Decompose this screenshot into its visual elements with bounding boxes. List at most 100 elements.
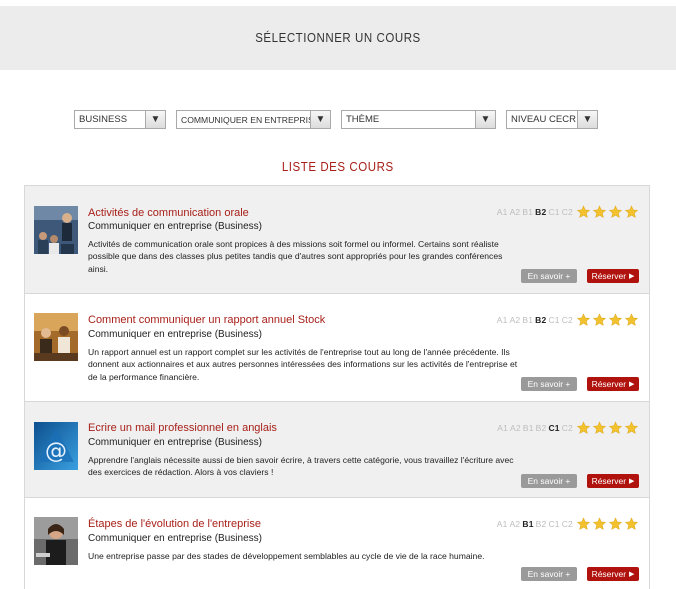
course-title[interactable]: Comment communiquer un rapport annuel St… [88,314,325,326]
play-arrow-icon: ▶ [629,381,635,388]
level-b2: B2 [535,519,547,529]
chevron-down-icon[interactable]: ▼ [145,111,165,128]
level-c1: C1 [548,423,560,433]
category-select-value: BUSINESS [79,114,128,125]
more-info-button[interactable]: En savoir + [521,474,577,488]
star-icon [608,205,623,218]
star-icon [608,421,623,434]
star-icon [592,313,607,326]
level-c2: C2 [561,423,573,433]
level-b2: B2 [535,315,547,325]
level-b1: B1 [522,207,534,217]
level-select-value: NIVEAU CECR [511,114,576,125]
course-thumbnail[interactable] [34,517,78,565]
star-icon [592,205,607,218]
more-info-button[interactable]: En savoir + [521,377,577,391]
star-icon [576,313,591,326]
category-select[interactable]: BUSINESS ▼ [74,110,166,129]
star-icon [576,517,591,530]
filter-bar: BUSINESS ▼ COMMUNIQUER EN ENTREPRISE ▼ T… [0,110,676,130]
course-thumbnail[interactable] [34,206,78,254]
course-title[interactable]: Étapes de l'évolution de l'entreprise [88,518,261,530]
star-icon [624,517,639,530]
more-info-button[interactable]: En savoir + [521,269,577,283]
page-title: SÉLECTIONNER UN COURS [255,31,421,45]
star-icon [608,313,623,326]
level-a2: A2 [509,207,521,217]
theme-select[interactable]: THÈME ▼ [341,110,496,129]
level-a2: A2 [509,315,521,325]
level-c1: C1 [548,315,560,325]
play-arrow-icon: ▶ [629,478,635,485]
book-button[interactable]: Réserver ▶ [587,567,639,581]
course-description: Un rapport annuel est un rapport complet… [88,347,518,382]
list-item: Étapes de l'évolution de l'entreprise Co… [25,498,649,589]
star-icon [624,313,639,326]
play-arrow-icon: ▶ [629,571,635,578]
rating-stars [576,313,639,327]
level-c1: C1 [548,519,560,529]
rating-stars [576,205,639,219]
level-indicator: A1 A2 B1 B2 C1 C2 [495,519,573,529]
level-indicator: A1 A2 B1 B2 C1 C2 [495,315,573,325]
level-c2: C2 [561,519,573,529]
level-b2: B2 [535,423,547,433]
star-icon [608,517,623,530]
book-button-label: Réserver [591,271,627,281]
course-thumbnail[interactable]: @ [34,422,78,470]
level-b2: B2 [535,207,547,217]
list-item: Comment communiquer un rapport annuel St… [25,294,649,402]
course-thumbnail[interactable] [34,313,78,361]
chevron-down-icon[interactable]: ▼ [577,111,597,128]
book-button-label: Réserver [591,476,627,486]
chevron-down-icon[interactable]: ▼ [475,111,495,128]
list-item: @ Ecrire un mail professionnel en anglai… [25,402,649,498]
course-title[interactable]: Ecrire un mail professionnel en anglais [88,422,277,434]
rating-stars [576,421,639,435]
level-select[interactable]: NIVEAU CECR ▼ [506,110,598,129]
level-a2: A2 [510,423,521,433]
subcategory-select[interactable]: COMMUNIQUER EN ENTREPRISE ▼ [176,110,331,129]
star-icon [592,517,607,530]
play-arrow-icon: ▶ [629,273,635,280]
star-icon [624,205,639,218]
level-b1: B1 [522,519,534,529]
course-subtitle: Communiquer en entreprise (Business) [88,533,262,544]
level-a1: A1 [496,519,508,529]
level-a1: A1 [497,423,509,433]
level-a2: A2 [509,519,521,529]
list-item: Activités de communication orale Communi… [25,186,649,294]
book-button[interactable]: Réserver ▶ [587,474,639,488]
star-icon [576,205,591,218]
level-c2: C2 [561,207,573,217]
level-indicator: A1 A2 B1 B2 C1 C2 [495,423,573,433]
course-description: Apprendre l'anglais nécessite aussi de b… [88,455,514,478]
course-list-title: LISTE DES COURS [282,160,394,174]
level-c2: C2 [561,315,573,325]
level-indicator: A1 A2 B1 B2 C1 C2 [495,207,573,217]
level-a1: A1 [496,315,508,325]
subcategory-select-value: COMMUNIQUER EN ENTREPRISE [181,114,310,125]
course-subtitle: Communiquer en entreprise (Business) [88,437,262,448]
course-description: Activités de communication orale sont pr… [88,239,503,274]
course-list: Activités de communication orale Communi… [24,185,650,589]
book-button[interactable]: Réserver ▶ [587,377,639,391]
course-subtitle: Communiquer en entreprise (Business) [88,329,262,340]
course-title[interactable]: Activités de communication orale [88,207,249,219]
course-subtitle: Communiquer en entreprise (Business) [88,221,262,232]
book-button-label: Réserver [591,569,627,579]
chevron-down-icon[interactable]: ▼ [310,111,330,128]
level-b1: B1 [522,423,534,433]
book-button[interactable]: Réserver ▶ [587,269,639,283]
rating-stars [576,517,639,531]
star-icon [576,421,591,434]
page-header: SÉLECTIONNER UN COURS [0,6,676,70]
theme-select-value: THÈME [346,114,380,125]
level-a1: A1 [496,207,508,217]
star-icon [624,421,639,434]
level-c1: C1 [548,207,560,217]
course-description: Une entreprise passe par des stades de d… [88,551,485,561]
more-info-button[interactable]: En savoir + [521,567,577,581]
level-b1: B1 [522,315,534,325]
book-button-label: Réserver [591,379,627,389]
